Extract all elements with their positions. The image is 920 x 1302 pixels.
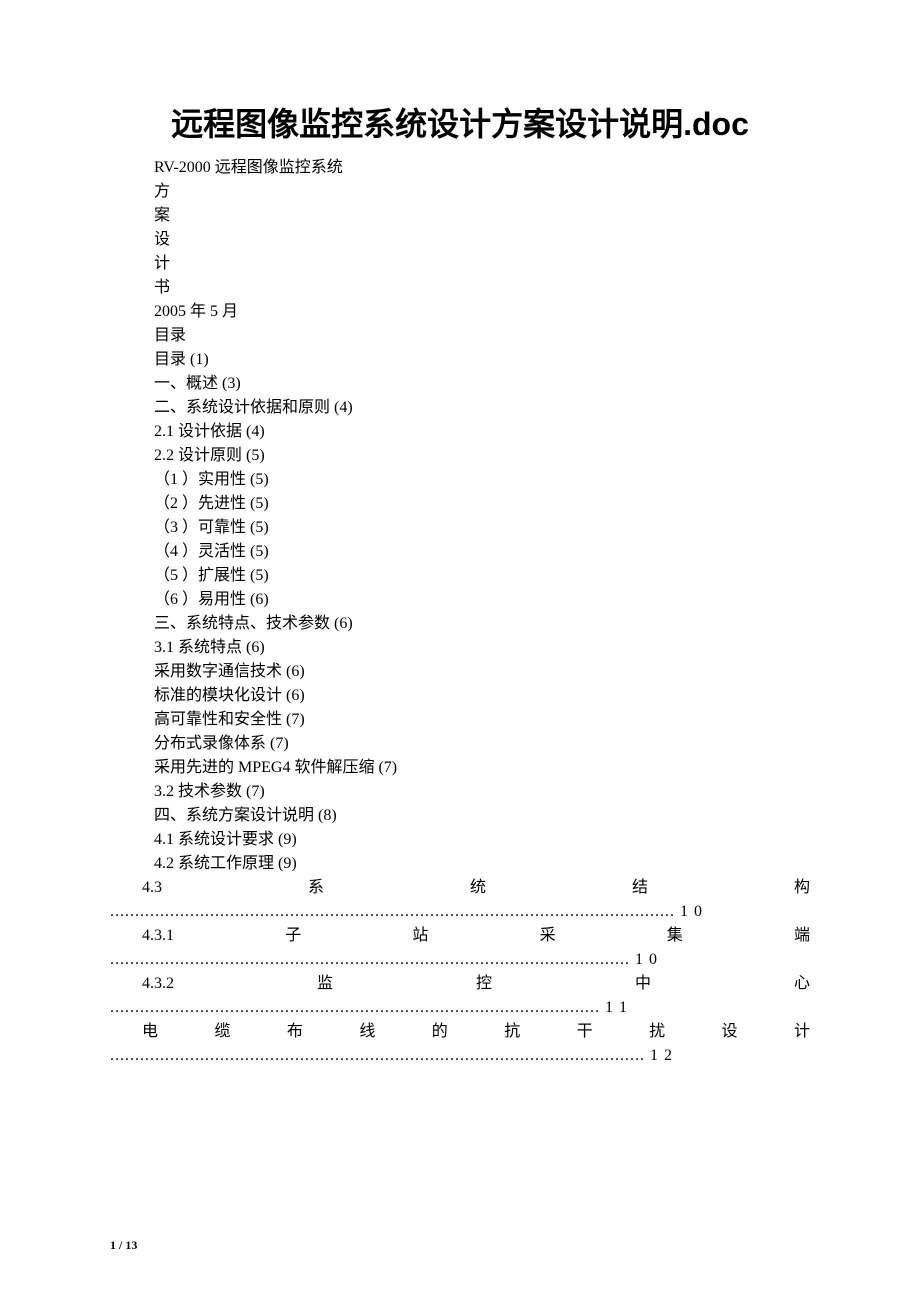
body-block: RV-2000 远程图像监控系统 方 案 设 计 书 2005 年 5 月 目录… [110, 156, 810, 876]
cover-char-4: 书 [154, 276, 810, 300]
toc-item: （3 ）可靠性 (5) [154, 516, 810, 540]
toc-item: 4.2 系统工作原理 (9) [154, 852, 810, 876]
toc-item: 二、系统设计依据和原则 (4) [154, 396, 810, 420]
toc-item: 三、系统特点、技术参数 (6) [154, 612, 810, 636]
toc-item: （5 ）扩展性 (5) [154, 564, 810, 588]
toc-dots: ........................................… [110, 1044, 810, 1068]
toc-item: 分布式录像体系 (7) [154, 732, 810, 756]
page-number: 1 / 13 [110, 1236, 137, 1254]
cover-char-1: 案 [154, 204, 810, 228]
toc-item: （2 ）先进性 (5) [154, 492, 810, 516]
toc-item: 3.1 系统特点 (6) [154, 636, 810, 660]
toc-item: 四、系统方案设计说明 (8) [154, 804, 810, 828]
doc-date: 2005 年 5 月 [154, 300, 810, 324]
cover-char-3: 计 [154, 252, 810, 276]
cover-char-2: 设 [154, 228, 810, 252]
toc-justify-line: 4.3 系 统 结 构 [110, 876, 810, 900]
toc-item: 采用数字通信技术 (6) [154, 660, 810, 684]
toc-header: 目录 [154, 324, 810, 348]
toc-item: 4.1 系统设计要求 (9) [154, 828, 810, 852]
toc-justify-line: 4.3.1 子 站 采 集 端 [110, 924, 810, 948]
page: 远程图像监控系统设计方案设计说明.doc RV-2000 远程图像监控系统 方 … [0, 0, 920, 1302]
subtitle: RV-2000 远程图像监控系统 [154, 156, 810, 180]
toc-item: 标准的模块化设计 (6) [154, 684, 810, 708]
toc-item: 2.1 设计依据 (4) [154, 420, 810, 444]
toc-item: （6 ）易用性 (6) [154, 588, 810, 612]
toc-justify-line: 电 缆 布 线 的 抗 干 扰 设 计 [110, 1020, 810, 1044]
toc-item: 高可靠性和安全性 (7) [154, 708, 810, 732]
cover-char-0: 方 [154, 180, 810, 204]
toc-item: 目录 (1) [154, 348, 810, 372]
toc-dots: ........................................… [110, 996, 810, 1020]
toc-item: 3.2 技术参数 (7) [154, 780, 810, 804]
toc-item: 一、概述 (3) [154, 372, 810, 396]
toc-justify-line: 4.3.2 监 控 中 心 [110, 972, 810, 996]
toc-item: 采用先进的 MPEG4 软件解压缩 (7) [154, 756, 810, 780]
toc-item: 2.2 设计原则 (5) [154, 444, 810, 468]
toc-item: （1 ）实用性 (5) [154, 468, 810, 492]
toc-dots: ........................................… [110, 948, 810, 972]
toc-dots: ........................................… [110, 900, 810, 924]
toc-item: （4 ）灵活性 (5) [154, 540, 810, 564]
doc-title: 远程图像监控系统设计方案设计说明.doc [110, 100, 810, 148]
